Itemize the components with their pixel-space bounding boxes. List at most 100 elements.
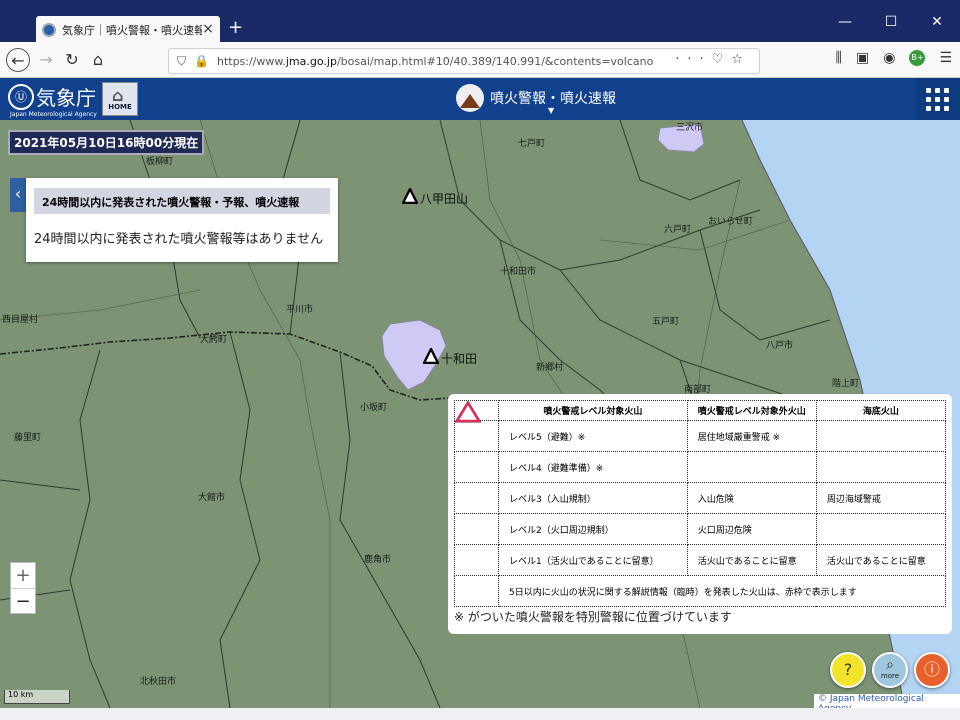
legend-cell: レベル2（火口周辺規制） [498,513,688,545]
lock-icon[interactable]: 🔒 [194,54,209,68]
place-label: 六戸町 [664,225,692,235]
window-controls: — ☐ ✕ [822,14,960,30]
legend-row: レベル4（避難準備）※ [454,400,947,483]
warning-info-panel: 24時間以内に発表された噴火警報・予報、噴火速報 24時間以内に発表された噴火警… [26,178,338,262]
legend-cell: 入山危険 [686,482,817,514]
menu-icon[interactable]: ☰ [939,50,952,66]
place-label: 大鰐町 [200,335,228,345]
forward-icon[interactable]: → [34,48,58,72]
page-actions[interactable]: ···♡☆ [675,52,751,67]
browser-nav-bar: ← → ↻ ⌂ ⛉ 🔒 https://www.jma.go.jp/bosai/… [0,42,960,78]
legend-row: 5日以内に火山の状況に関する解説情報（臨時）を発表した火山は、赤枠で表示します [454,400,946,607]
legend-cell: 活火山であることに留意 [686,544,817,576]
more-button[interactable]: ⌕ more [872,652,908,688]
extension-icon[interactable]: B+ [909,50,926,66]
volcano-label-towada: 十和田 [441,352,478,366]
legend-header: 噴火警戒レベル対象火山 [498,400,688,421]
jma-logo[interactable]: Ⓤ 気象庁 Japan Meteorological Agency [8,82,97,118]
grid-menu-button[interactable] [916,78,960,120]
legend-cell: レベル1（活火山であることに留意） [498,544,688,576]
logo-text: 気象庁 [36,86,96,110]
copyright-text: © Japan Meteorological Agency [814,694,960,708]
chevron-left-icon: ‹ [14,184,22,203]
dropdown-arrow-icon: ▼ [548,106,555,115]
place-label: 三沢市 [676,123,704,133]
zoom-in-button[interactable]: + [11,563,35,588]
browser-tab[interactable]: 気象庁｜噴火警報・噴火速報 × [36,16,220,44]
info-panel-message: 24時間以内に発表された噴火警報等はありません [34,232,324,247]
timestamp-badge: 2021年05月10日16時00分現在 [8,130,205,155]
browser-tab-bar: 気象庁｜噴火警報・噴火速報 × + — ☐ ✕ [0,0,960,44]
legend-note: ※ がついた噴火警報を特別警報に位置づけています [454,610,732,624]
maximize-icon[interactable]: ☐ [868,14,914,30]
close-window-icon[interactable]: ✕ [914,14,960,30]
legend-special-cell: 5日以内に火山の状況に関する解説情報（臨時）を発表した火山は、赤枠で表示します [498,575,946,607]
back-icon[interactable]: ← [6,48,30,72]
legend-cell: 活火山であることに留意 [815,544,947,576]
scale-bar: 10 km [4,690,70,704]
place-label: 平川市 [286,305,314,315]
legend-cell: レベル5（避難）※ [498,420,688,452]
library-icon[interactable]: ⫼ [836,50,842,66]
zoom-control: + − [10,562,36,614]
shield-icon[interactable]: ⛉ [177,54,186,69]
site-header: Ⓤ 気象庁 Japan Meteorological Agency ⌂ HOME … [0,78,960,120]
place-label: 大館市 [198,493,226,503]
reload-icon[interactable]: ↻ [60,48,84,72]
url-bar[interactable]: ⛉ 🔒 https://www.jma.go.jp/bosai/map.html… [168,48,760,74]
account-icon[interactable]: ◉ [883,50,895,66]
help-person-icon: ? [843,660,853,679]
volcano-marker-hakkoda[interactable] [402,188,418,204]
legend-cell: 火口周辺危険 [686,513,817,545]
house-icon: ⌂ [112,86,124,105]
legend-row: レベル3（入山規制） 入山危険 周辺海域警戒 [454,400,947,514]
legend-panel: 噴火警戒レベル対象火山 噴火警戒レベル対象外火山 海底火山 レベル5（避難）※ … [448,394,952,634]
place-label: 新郷村 [536,363,564,373]
legend-header-row: 噴火警戒レベル対象火山 噴火警戒レベル対象外火山 海底火山 [454,400,947,421]
legend-cell [815,420,947,452]
legend-cell [815,451,947,483]
home-button[interactable]: ⌂ HOME [102,82,138,116]
info-panel-header: 24時間以内に発表された噴火警報・予報、噴火速報 [34,188,330,214]
volcano-marker-towada[interactable] [423,348,439,364]
place-label: 西目屋村 [2,315,39,325]
place-label: 鹿角市 [364,555,392,565]
legend-row: レベル5（避難）※ 居住地域厳重警戒 ※ [454,400,947,452]
jma-favicon-icon [42,23,56,37]
place-label: 藤里町 [14,433,42,443]
page-title: 噴火警報・噴火速報 [490,91,616,107]
legend-table: 噴火警戒レベル対象火山 噴火警戒レベル対象外火山 海底火山 レベル5（避難）※ … [454,400,947,607]
zoom-out-button[interactable]: − [11,588,35,613]
special-bulletin-triangle-icon [454,400,481,422]
legend-cell: 居住地域厳重警戒 ※ [686,420,817,452]
tab-title: 気象庁｜噴火警報・噴火速報 [62,24,202,37]
legend-header: 噴火警戒レベル対象外火山 [686,400,817,421]
legend-toggle-button[interactable]: ⓘ [914,652,950,688]
legend-cell [686,451,817,483]
new-tab-button[interactable]: + [228,17,243,38]
legend-cell: レベル3（入山規制） [498,482,688,514]
legend-row: レベル2（火口周辺規制） 火口周辺危険 [454,400,947,545]
minimize-icon[interactable]: — [822,14,868,30]
place-label: 階上町 [832,379,860,389]
place-label: おいらせ町 [708,217,753,227]
collapse-panel-button[interactable]: ‹ [10,178,26,212]
place-label: 北秋田市 [140,677,177,687]
legend-header: 海底火山 [815,400,947,421]
browser-bottom-strip [0,708,960,720]
jma-logo-icon: Ⓤ [8,83,34,110]
content-selector[interactable]: 噴火警報・噴火速報 ▼ [456,84,616,115]
help-button[interactable]: ? [830,652,866,688]
place-label: 小坂町 [360,403,388,413]
logo-english: Japan Meteorological Agency [10,111,97,118]
map-canvas[interactable]: 三沢市 板柳町 七戸町 おいらせ町 六戸町 十和田市 平川市 五戸町 西目屋村 … [0,120,960,708]
url-text: https://www.jma.go.jp/bosai/map.html#10/… [216,54,654,68]
legend-row: レベル1（活火山であることに留意） 活火山であることに留意 活火山であることに留… [454,400,947,576]
sidebar-icon[interactable]: ▣ [856,50,869,66]
legend-cell: 周辺海域警戒 [815,482,947,514]
legend-cell [815,513,947,545]
home-icon[interactable]: ⌂ [86,48,110,72]
book-icon: ⓘ [923,660,940,679]
volcano-label-hakkoda: 八甲田山 [420,192,469,206]
close-tab-icon[interactable]: × [202,21,214,37]
